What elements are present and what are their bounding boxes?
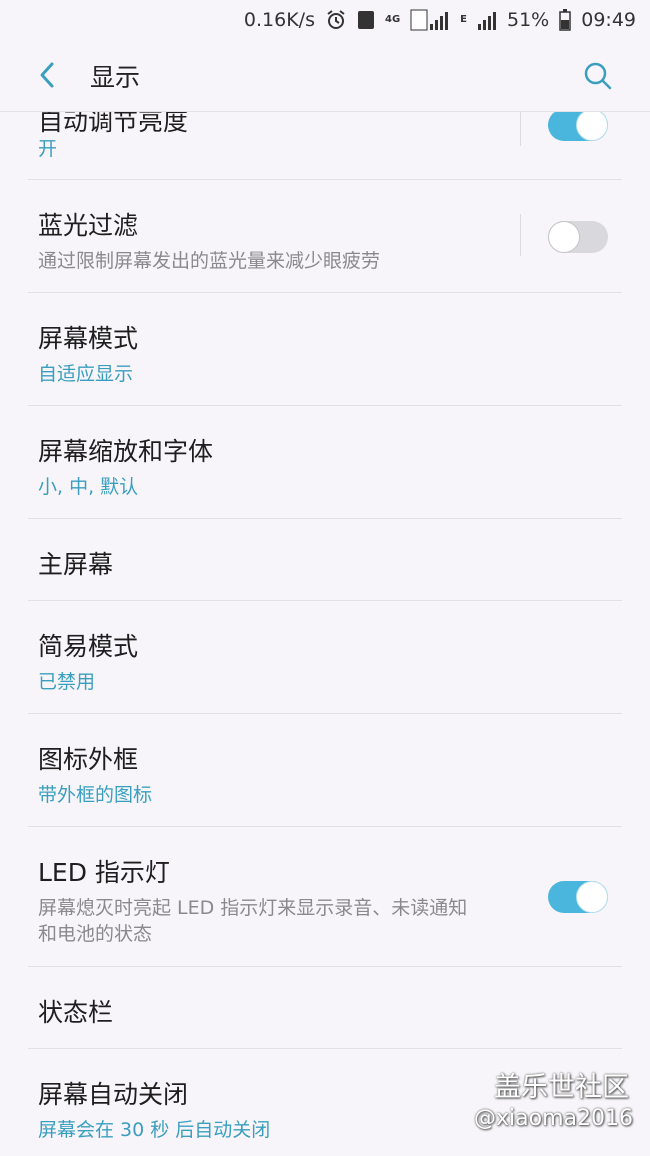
- setting-title: 屏幕缩放和字体: [38, 437, 214, 466]
- setting-title: 屏幕自动关闭: [38, 1080, 189, 1109]
- setting-status-bar[interactable]: 状态栏: [0, 967, 650, 1049]
- battery-icon: [559, 9, 571, 31]
- setting-home-screen[interactable]: 主屏幕: [0, 519, 650, 601]
- alarm-icon: [325, 9, 347, 31]
- app-bar: 显示: [0, 40, 650, 112]
- setting-easy-mode[interactable]: 简易模式 已禁用: [0, 601, 650, 714]
- search-button[interactable]: [580, 58, 616, 94]
- setting-subtitle: 开: [38, 138, 58, 160]
- network-4g-icon: 4G: [384, 14, 401, 25]
- setting-title: 简易模式: [38, 632, 139, 661]
- status-bar: 0.16K/s 4G E 51% 09:49: [0, 0, 650, 40]
- setting-subtitle: 屏幕熄灭时亮起 LED 指示灯来显示录音、未读通知: [38, 897, 468, 919]
- setting-subtitle: 小, 中, 默认: [38, 476, 139, 498]
- setting-title: 蓝光过滤: [38, 211, 139, 240]
- setting-blue-light-filter[interactable]: 蓝光过滤 通过限制屏幕发出的蓝光量来减少眼疲劳: [0, 180, 650, 293]
- page-title: 显示: [90, 63, 141, 92]
- auto-brightness-toggle[interactable]: [548, 109, 608, 141]
- setting-icon-frames[interactable]: 图标外框 带外框的图标: [0, 714, 650, 827]
- setting-title: 图标外框: [38, 745, 139, 774]
- setting-subtitle: 屏幕会在 30 秒 后自动关闭: [38, 1119, 271, 1141]
- signal-icon: [477, 10, 497, 30]
- clock: 09:49: [581, 9, 636, 31]
- led-indicator-toggle[interactable]: [548, 881, 608, 913]
- battery-percentage: 51%: [507, 9, 550, 31]
- setting-title: LED 指示灯: [38, 858, 170, 887]
- chevron-left-icon: [40, 62, 54, 88]
- setting-subtitle-line2: 和电池的状态: [38, 923, 153, 945]
- setting-subtitle: 通过限制屏幕发出的蓝光量来减少眼疲劳: [38, 250, 381, 272]
- dual-signal-icon: [410, 8, 450, 32]
- network-e-icon: E: [460, 14, 467, 25]
- search-icon: [584, 62, 612, 90]
- setting-title: 主屏幕: [38, 550, 114, 579]
- blue-light-filter-toggle[interactable]: [548, 221, 608, 253]
- setting-subtitle: 带外框的图标: [38, 784, 153, 806]
- setting-led-indicator[interactable]: LED 指示灯 屏幕熄灭时亮起 LED 指示灯来显示录音、未读通知 和电池的状态: [0, 827, 650, 967]
- watermark-community: 盖乐世社区: [494, 1072, 629, 1103]
- setting-screen-mode[interactable]: 屏幕模式 自适应显示: [0, 293, 650, 406]
- setting-zoom-and-font[interactable]: 屏幕缩放和字体 小, 中, 默认: [0, 406, 650, 519]
- watermark-user: @xiaoma2016: [474, 1106, 633, 1131]
- setting-subtitle: 自适应显示: [38, 363, 134, 385]
- setting-title: 屏幕模式: [38, 324, 139, 353]
- network-speed: 0.16K/s: [243, 9, 315, 31]
- back-button[interactable]: [30, 58, 64, 92]
- toggle-separator: [520, 214, 521, 256]
- sim-card-icon: [357, 10, 375, 30]
- setting-subtitle: 已禁用: [38, 671, 96, 693]
- setting-title: 状态栏: [38, 998, 114, 1027]
